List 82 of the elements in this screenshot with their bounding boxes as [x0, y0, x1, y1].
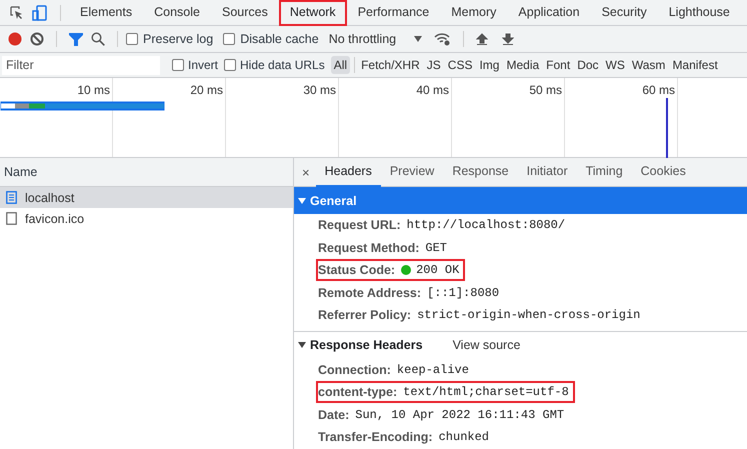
type-filter[interactable]: WS — [602, 56, 628, 74]
close-button[interactable]: × — [300, 164, 316, 180]
checkbox-label: Invert — [188, 58, 218, 72]
load-event-line — [666, 98, 668, 158]
type-filter[interactable]: Wasm — [628, 56, 668, 74]
header-key: Connection: — [318, 362, 391, 377]
detail-tab[interactable]: Cookies — [632, 158, 695, 186]
wifi-gear-icon[interactable] — [434, 32, 452, 46]
header-key: Status Code: — [318, 263, 396, 278]
request-row[interactable]: localhost — [0, 187, 293, 208]
section-header[interactable]: General — [294, 187, 747, 214]
inspect-icon[interactable] — [10, 6, 24, 20]
triangle-icon — [298, 196, 306, 204]
header-key: Remote Address: — [318, 286, 422, 300]
panel-tab[interactable]: Performance — [346, 0, 440, 26]
checkbox[interactable] — [224, 59, 236, 71]
column-header: Name — [4, 165, 38, 179]
filter-icon[interactable] — [69, 32, 83, 46]
record-button[interactable] — [8, 32, 22, 46]
type-filter[interactable]: Img — [476, 56, 502, 74]
checkbox-label: Disable cache — [240, 32, 319, 46]
triangle-icon — [298, 341, 306, 349]
filter-field[interactable]: Filter — [2, 56, 160, 74]
checkbox[interactable] — [126, 33, 138, 45]
checkbox-label: Hide data URLs — [240, 58, 325, 72]
detail-tab[interactable]: Initiator — [518, 158, 577, 186]
panel-tab[interactable]: Application — [507, 0, 591, 26]
device-icon[interactable] — [32, 4, 48, 20]
type-filter[interactable]: JS — [424, 56, 444, 74]
panel-tab[interactable]: Security — [590, 0, 658, 26]
search-icon[interactable] — [91, 32, 105, 46]
header-key: content-type: — [318, 385, 398, 400]
type-filter[interactable]: Media — [503, 56, 542, 74]
time-tick: 20 ms — [190, 83, 223, 97]
header-value: strict-origin-when-cross-origin — [417, 308, 640, 322]
detail-tab[interactable]: Timing — [576, 158, 632, 186]
detail-tab[interactable]: Response — [443, 158, 518, 186]
panel-tab[interactable]: Sources — [210, 0, 279, 26]
header-key: Date: — [318, 408, 350, 422]
panel-tab[interactable]: Network — [278, 0, 347, 26]
type-filter[interactable]: Font — [543, 56, 574, 74]
header-key: Referrer Policy: — [318, 308, 412, 322]
header-value: text/html;charset=utf-8 — [403, 385, 569, 400]
time-tick: 40 ms — [416, 83, 449, 97]
document-icon — [6, 191, 17, 204]
checkbox[interactable] — [223, 33, 236, 45]
type-filter[interactable]: Manifest — [669, 56, 721, 74]
detail-tab[interactable]: Preview — [380, 158, 444, 186]
header-value: chunked — [438, 430, 490, 444]
time-tick: 30 ms — [303, 83, 336, 97]
time-tick: 60 ms — [642, 83, 675, 97]
time-tick: 10 ms — [77, 83, 110, 97]
header-value: Sun, 10 Apr 2022 16:11:43 GMT — [355, 408, 564, 422]
panel-tab[interactable]: Memory — [440, 0, 508, 26]
clear-icon[interactable] — [30, 32, 44, 46]
section-title: General — [310, 194, 357, 208]
panel-tab[interactable]: Elements — [69, 0, 144, 26]
header-key: Request URL: — [318, 218, 401, 232]
checkbox-label: Preserve log — [143, 32, 214, 46]
header-value: 200 OK — [416, 263, 460, 278]
header-key: Transfer-Encoding: — [318, 430, 433, 444]
header-value: [::1]:8080 — [427, 286, 500, 300]
type-filter[interactable]: Doc — [574, 56, 602, 74]
time-tick: 50 ms — [529, 83, 562, 97]
type-filter[interactable]: Fetch/XHR — [358, 56, 423, 74]
download-icon[interactable] — [502, 32, 514, 46]
header-value: keep-alive — [396, 362, 469, 377]
checkbox[interactable] — [172, 59, 184, 71]
header-value: http://localhost:8080/ — [406, 218, 566, 232]
view-source-link[interactable]: View source — [452, 338, 520, 352]
panel-tab[interactable]: Lighthouse — [658, 0, 741, 26]
header-key: Request Method: — [318, 240, 420, 255]
header-value: GET — [425, 240, 447, 255]
panel-tab[interactable]: Console — [143, 0, 211, 26]
request-row[interactable]: favicon.ico — [0, 208, 293, 229]
section-title: Response Headers — [310, 338, 423, 352]
throttling-dropdown[interactable]: No throttling — [328, 32, 430, 46]
file-icon — [6, 212, 17, 225]
caret-icon — [414, 36, 422, 42]
upload-icon[interactable] — [476, 32, 488, 46]
type-filter[interactable]: CSS — [444, 56, 476, 74]
type-filter[interactable]: All — [330, 56, 350, 74]
